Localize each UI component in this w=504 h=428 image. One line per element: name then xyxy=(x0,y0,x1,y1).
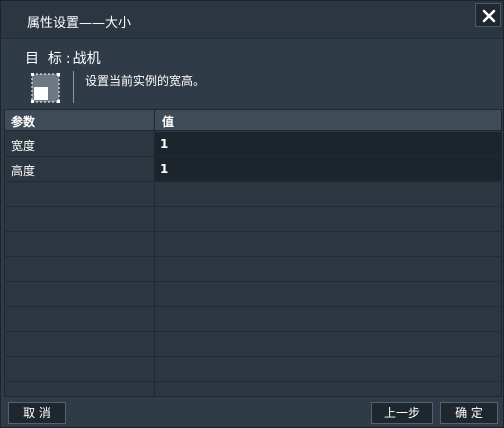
cancel-button[interactable]: 取 消 xyxy=(8,402,66,424)
param-width-label: 宽度 xyxy=(11,139,36,153)
empty-row xyxy=(5,232,501,257)
empty-row xyxy=(5,307,501,332)
empty-row xyxy=(5,182,501,207)
table-row[interactable]: 高度 1 xyxy=(5,157,501,182)
empty-row xyxy=(5,357,501,382)
empty-row xyxy=(5,207,501,232)
previous-step-button[interactable]: 上一步 xyxy=(371,402,433,424)
param-height-label: 高度 xyxy=(11,164,36,178)
empty-row xyxy=(5,257,501,282)
empty-row xyxy=(5,282,501,307)
dialog-title: 属性设置——大小 xyxy=(27,16,132,31)
description-divider xyxy=(73,71,74,103)
param-height-value: 1 xyxy=(160,162,169,176)
title-bar: 属性设置——大小 xyxy=(1,1,503,39)
target-line: 目 标: 战机 xyxy=(25,48,101,68)
close-button[interactable] xyxy=(475,3,501,27)
property-grid: 参数 值 宽度 1 高度 1 xyxy=(4,109,502,397)
header-param: 参数 xyxy=(11,115,36,129)
column-divider xyxy=(154,110,155,396)
grid-header: 参数 值 xyxy=(5,110,501,131)
target-label: 目 标 xyxy=(25,51,62,67)
ok-button[interactable]: 确 定 xyxy=(440,402,498,424)
param-width-value: 1 xyxy=(160,137,169,151)
param-width-value-field[interactable]: 1 xyxy=(155,132,501,156)
header-value: 值 xyxy=(162,115,175,129)
empty-row xyxy=(5,332,501,357)
target-value: 战机 xyxy=(72,51,101,67)
resize-icon xyxy=(31,73,60,103)
table-row[interactable]: 宽度 1 xyxy=(5,132,501,157)
target-separator: : xyxy=(65,51,71,67)
description-text: 设置当前实例的宽高。 xyxy=(85,74,206,88)
param-height-value-field[interactable]: 1 xyxy=(155,157,501,181)
close-icon xyxy=(482,9,496,23)
properties-dialog: 属性设置——大小 目 标: 战机 设置当前实例的宽高。 参数 值 宽度 1 高度 … xyxy=(0,0,504,428)
